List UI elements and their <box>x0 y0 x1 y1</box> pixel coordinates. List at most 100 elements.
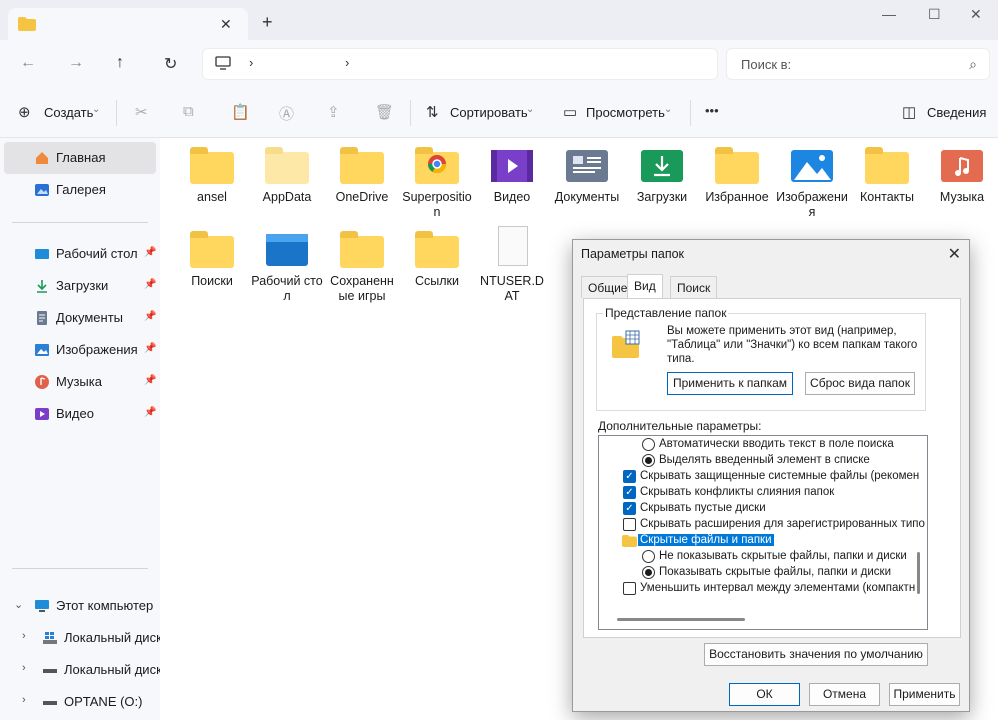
search-input[interactable]: Поиск в: ⌕ <box>726 48 990 80</box>
delete-icon[interactable]: 🗑 <box>375 103 394 121</box>
sidebar-item-this-pc[interactable]: ⌄ Этот компьютер <box>4 590 156 622</box>
setting-row-selected[interactable]: Скрытые файлы и папки <box>599 533 927 549</box>
setting-row[interactable]: ✓ Скрывать конфликты слияния папок <box>599 485 927 501</box>
more-options-icon[interactable]: ••• <box>705 103 719 118</box>
radio-button[interactable] <box>642 438 655 451</box>
setting-row[interactable]: Не показывать скрытые файлы, папки и дис… <box>599 549 927 565</box>
horizontal-scrollbar[interactable] <box>617 618 745 621</box>
file-item[interactable]: Контакты <box>851 138 923 205</box>
apply-button[interactable]: Применить <box>889 683 960 706</box>
sidebar-item-home[interactable]: Главная <box>4 142 156 174</box>
close-icon[interactable]: ✕ <box>948 244 961 264</box>
advanced-settings-list[interactable]: Автоматически вводить текст в поле поиск… <box>598 435 928 630</box>
file-item[interactable]: Ссылки <box>401 222 473 289</box>
checkbox[interactable]: ✓ <box>623 502 636 515</box>
pin-icon[interactable]: 📌 <box>144 343 156 354</box>
sidebar-item-documents[interactable]: Документы 📌 <box>4 302 156 334</box>
sidebar-item-label: Главная <box>56 150 106 165</box>
pin-icon[interactable]: 📌 <box>144 247 156 258</box>
vertical-scrollbar[interactable] <box>917 552 920 594</box>
sidebar-item-gallery[interactable]: Галерея <box>4 174 156 206</box>
address-bar[interactable]: › › <box>202 48 718 80</box>
cut-icon[interactable]: ✂ <box>135 103 148 121</box>
pin-icon[interactable]: 📌 <box>144 311 156 322</box>
sidebar-item-drive[interactable]: › Локальный диск <box>4 622 162 654</box>
ok-button[interactable]: ОК <box>729 683 800 706</box>
setting-label: Уменьшить интервал между элементами (ком… <box>640 582 916 594</box>
setting-row[interactable]: ✓ Скрывать защищенные системные файлы (р… <box>599 469 927 485</box>
refresh-icon[interactable]: ↻ <box>164 54 177 74</box>
file-item[interactable]: Изображения <box>776 138 848 220</box>
checkbox[interactable]: ✓ <box>623 470 636 483</box>
sort-button[interactable]: Сортировать <box>450 105 528 120</box>
folder-icon <box>18 17 36 34</box>
sidebar-item-downloads[interactable]: Загрузки 📌 <box>4 270 156 302</box>
file-item[interactable]: NTUSER.DAT <box>476 222 548 304</box>
radio-button[interactable] <box>642 550 655 563</box>
file-item[interactable]: Видео <box>476 138 548 205</box>
setting-row[interactable]: ✓ Скрывать пустые диски <box>599 501 927 517</box>
file-item[interactable]: Документы <box>551 138 623 205</box>
tab-view[interactable]: Вид <box>627 274 663 299</box>
sidebar-item-pictures[interactable]: Изображения 📌 <box>4 334 156 366</box>
setting-row[interactable]: Скрывать расширения для зарегистрированн… <box>599 517 927 533</box>
cancel-button[interactable]: Отмена <box>809 683 880 706</box>
apply-to-folders-button[interactable]: Применить к папкам <box>667 372 793 395</box>
file-item[interactable]: Сохраненные игры <box>326 222 398 304</box>
setting-row[interactable]: Выделять введенный элемент в списке <box>599 453 927 469</box>
radio-button[interactable] <box>642 566 655 579</box>
file-item[interactable]: OneDrive <box>326 138 398 205</box>
chevron-right-icon[interactable]: › <box>22 630 26 642</box>
close-tab-icon[interactable]: ✕ <box>220 16 232 33</box>
radio-button[interactable] <box>642 454 655 467</box>
file-item[interactable]: Избранное <box>701 138 773 205</box>
pictures-icon <box>34 342 50 358</box>
breadcrumb-chevron-icon[interactable]: › <box>249 55 253 70</box>
chevron-down-icon[interactable]: ⌄ <box>14 598 23 611</box>
close-window-icon[interactable]: ✕ <box>970 6 982 23</box>
file-item[interactable]: Поиски <box>176 222 248 289</box>
view-button[interactable]: Просмотреть <box>586 105 665 120</box>
details-button[interactable]: Сведения <box>927 105 986 120</box>
sidebar-item-desktop[interactable]: Рабочий стол 📌 <box>4 238 156 270</box>
setting-row[interactable]: Показывать скрытые файлы, папки и диски <box>599 565 927 581</box>
minimize-icon[interactable]: — <box>882 6 896 22</box>
up-icon[interactable]: ↑ <box>116 54 124 72</box>
sidebar-item-music[interactable]: Музыка 📌 <box>4 366 156 398</box>
reset-folders-button[interactable]: Сброс вида папок <box>805 372 915 395</box>
pin-icon[interactable]: 📌 <box>144 375 156 386</box>
file-item[interactable]: Загрузки <box>626 138 698 205</box>
chevron-right-icon[interactable]: › <box>22 662 26 674</box>
setting-label: Автоматически вводить текст в поле поиск… <box>659 438 894 450</box>
sidebar-item-drive[interactable]: › OPTANE (O:) <box>4 686 156 718</box>
restore-defaults-button[interactable]: Восстановить значения по умолчанию <box>704 643 928 666</box>
forward-icon[interactable]: → <box>68 54 84 72</box>
file-item[interactable]: Superposition <box>401 138 473 220</box>
checkbox[interactable] <box>623 582 636 595</box>
copy-icon[interactable]: ⧉ <box>183 103 194 120</box>
rename-icon[interactable]: Ⓐ <box>279 103 294 124</box>
checkbox[interactable]: ✓ <box>623 486 636 499</box>
tab-search[interactable]: Поиск <box>670 276 718 298</box>
navigation-pane: Главная Галерея Рабочий стол 📌 Загрузки … <box>0 138 162 720</box>
new-tab-icon[interactable]: + <box>262 12 273 33</box>
checkbox[interactable] <box>623 518 636 531</box>
file-item[interactable]: AppData <box>251 138 323 205</box>
file-item[interactable]: Музыка <box>926 138 998 205</box>
file-item[interactable]: ansel <box>176 138 248 205</box>
breadcrumb-chevron-icon[interactable]: › <box>345 55 349 70</box>
pin-icon[interactable]: 📌 <box>144 279 156 290</box>
file-item[interactable]: Рабочий стол <box>251 222 323 304</box>
create-button[interactable]: Создать <box>44 105 93 120</box>
setting-row[interactable]: Уменьшить интервал между элементами (ком… <box>599 581 927 597</box>
back-icon[interactable]: ← <box>20 54 36 72</box>
sidebar-item-drive[interactable]: › Локальный диск <box>4 654 162 686</box>
pin-icon[interactable]: 📌 <box>144 407 156 418</box>
advanced-settings-label: Дополнительные параметры: <box>598 419 762 433</box>
maximize-icon[interactable]: ☐ <box>928 6 941 23</box>
paste-icon[interactable]: 📋 <box>231 103 250 121</box>
share-icon[interactable]: ⇪ <box>327 103 340 121</box>
setting-row[interactable]: Автоматически вводить текст в поле поиск… <box>599 437 927 453</box>
sidebar-item-video[interactable]: Видео 📌 <box>4 398 156 430</box>
chevron-right-icon[interactable]: › <box>22 694 26 706</box>
